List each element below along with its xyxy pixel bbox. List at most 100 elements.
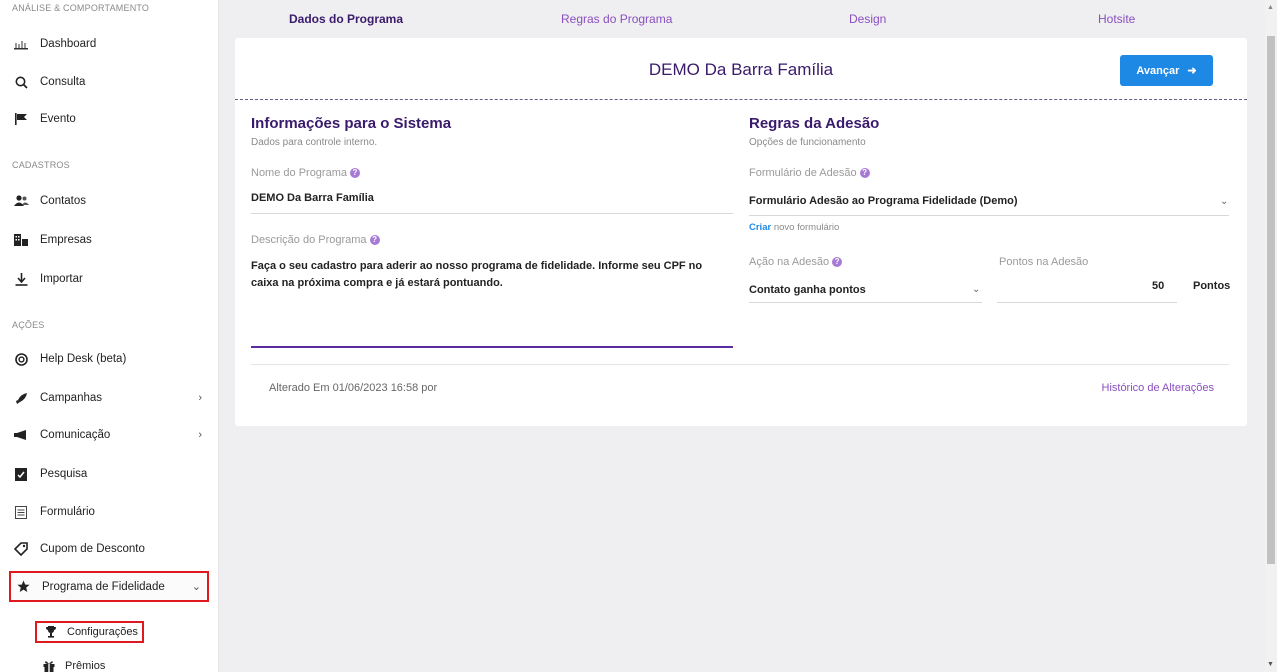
- sidebar-item-label: Pesquisa: [40, 468, 88, 480]
- flag-icon: [12, 110, 30, 128]
- adhesion-form-label: Formulário de Adesão ?: [749, 167, 870, 179]
- change-history-link[interactable]: Histórico de Alterações: [1102, 382, 1215, 394]
- program-name-label: Nome do Programa ?: [251, 167, 360, 179]
- help-icon[interactable]: ?: [369, 235, 380, 245]
- sidebar-item-pesquisa[interactable]: Pesquisa: [12, 461, 208, 487]
- section-subtitle-adesao: Opções de funcionamento: [749, 137, 866, 148]
- create-form-link-rest: novo formulário: [773, 222, 840, 233]
- sidebar-item-label: Help Desk (beta): [40, 353, 127, 365]
- chevron-right-icon: ›: [198, 429, 202, 441]
- adhesion-action-select[interactable]: Contato ganha pontos: [749, 284, 866, 296]
- program-description-label-text: Descrição do Programa: [251, 234, 367, 246]
- sidebar-item-evento[interactable]: Evento: [12, 106, 208, 132]
- program-name-underline: [251, 213, 733, 214]
- sidebar-item-fidelidade[interactable]: Programa de Fidelidade ⌄: [9, 571, 209, 602]
- sidebar-item-contatos[interactable]: Contatos: [12, 188, 208, 214]
- users-icon: [12, 192, 30, 210]
- arrow-right-icon: ➜: [1187, 65, 1197, 77]
- adhesion-points-label: Pontos na Adesão: [999, 256, 1089, 268]
- scroll-down-icon[interactable]: ▼: [1267, 661, 1274, 668]
- adhesion-action-underline: [749, 302, 982, 303]
- help-icon[interactable]: ?: [350, 168, 360, 178]
- adhesion-points-underline: [997, 302, 1177, 303]
- tab-dados-programa[interactable]: Dados do Programa: [289, 12, 403, 26]
- checklist-icon: [12, 465, 30, 483]
- section-title-adesao: Regras da Adesão: [749, 115, 880, 132]
- sidebar-item-label: Empresas: [40, 234, 92, 246]
- download-icon: [12, 270, 30, 288]
- trophy-icon: [43, 624, 59, 640]
- help-icon[interactable]: ?: [859, 168, 870, 178]
- sidebar-item-consulta[interactable]: Consulta: [12, 69, 208, 95]
- last-changed-text: Alterado Em 01/06/2023 16:58 por: [269, 382, 438, 394]
- sidebar-item-campanhas[interactable]: Campanhas ›: [12, 385, 208, 411]
- sidebar-item-label: Evento: [40, 113, 76, 125]
- next-button[interactable]: Avançar ➜: [1120, 55, 1213, 86]
- sidebar-item-label: Cupom de Desconto: [40, 543, 145, 555]
- section-title-analise: ANÁLISE & COMPORTAMENTO: [12, 3, 150, 13]
- chevron-right-icon: ›: [198, 392, 202, 404]
- lifebuoy-icon: [12, 350, 30, 368]
- adhesion-action-label-text: Ação na Adesão: [749, 256, 830, 268]
- program-description-label: Descrição do Programa ?: [251, 234, 380, 246]
- page-scrollbar[interactable]: ▲ ▼: [1265, 0, 1277, 672]
- rocket-icon: [12, 389, 30, 407]
- sidebar-item-label: Consulta: [40, 76, 86, 88]
- sidebar-item-label: Programa de Fidelidade: [42, 580, 165, 593]
- scroll-up-icon[interactable]: ▲: [1267, 4, 1274, 11]
- chevron-down-icon[interactable]: ⌄: [1220, 196, 1228, 207]
- sidebar-item-comunicacao[interactable]: Comunicação ›: [12, 422, 208, 448]
- footer-divider: [251, 364, 1229, 365]
- gift-icon: [41, 658, 57, 672]
- program-name-input[interactable]: DEMO Da Barra Família: [251, 192, 374, 204]
- help-icon[interactable]: ?: [832, 257, 843, 267]
- page-title: DEMO Da Barra Família: [648, 60, 834, 79]
- card-header: DEMO Da Barra Família Avançar ➜: [235, 38, 1247, 100]
- megaphone-icon: [12, 426, 30, 444]
- scrollbar-thumb[interactable]: [1267, 36, 1275, 564]
- chevron-down-icon: ⌄: [191, 581, 201, 593]
- sidebar-item-dashboard[interactable]: Dashboard: [12, 31, 208, 57]
- sidebar-subitem-premios[interactable]: Prêmios: [35, 655, 109, 672]
- sidebar-subitem-configuracoes[interactable]: Configurações: [35, 621, 144, 643]
- chart-icon: [12, 35, 30, 53]
- next-button-label: Avançar: [1136, 64, 1180, 77]
- sidebar-item-label: Contatos: [40, 195, 87, 207]
- tab-design[interactable]: Design: [849, 12, 886, 26]
- sidebar-subitem-label: Configurações: [67, 626, 138, 638]
- program-description-underline: [251, 346, 733, 348]
- sidebar-item-helpdesk[interactable]: Help Desk (beta): [12, 346, 208, 372]
- section-title-acoes: AÇÕES: [12, 320, 45, 330]
- section-title-sistema: Informações para o Sistema: [251, 115, 452, 132]
- sidebar-item-label: Campanhas: [40, 392, 103, 404]
- adhesion-form-underline: [749, 215, 1229, 216]
- adhesion-form-label-text: Formulário de Adesão: [749, 167, 857, 179]
- sidebar-item-formulario[interactable]: Formulário: [12, 499, 208, 525]
- sidebar-item-label: Dashboard: [40, 38, 97, 50]
- program-card: DEMO Da Barra Família Avançar ➜ Informaç…: [235, 38, 1247, 426]
- search-icon: [12, 73, 30, 91]
- sidebar: ANÁLISE & COMPORTAMENTO Dashboard Consul…: [0, 0, 219, 672]
- tab-hotsite[interactable]: Hotsite: [1098, 12, 1135, 26]
- sidebar-item-label: Comunicação: [40, 429, 111, 441]
- sidebar-item-importar[interactable]: Importar: [12, 266, 208, 292]
- chevron-down-icon[interactable]: ⌄: [972, 284, 980, 295]
- create-form-link-strong[interactable]: Criar: [749, 222, 771, 233]
- program-description-textarea[interactable]: Faça o seu cadastro para aderir ao nosso…: [251, 258, 731, 292]
- adhesion-form-select[interactable]: Formulário Adesão ao Programa Fidelidade…: [749, 195, 1018, 207]
- tab-regras-programa[interactable]: Regras do Programa: [561, 12, 672, 26]
- tag-icon: [12, 540, 30, 558]
- points-unit-label: Pontos: [1193, 280, 1231, 292]
- sidebar-item-empresas[interactable]: Empresas: [12, 227, 208, 253]
- sidebar-item-label: Formulário: [40, 506, 95, 518]
- form-icon: [12, 503, 30, 521]
- create-form-link[interactable]: Criar novo formulário: [749, 222, 839, 233]
- program-name-label-text: Nome do Programa: [251, 167, 347, 179]
- section-subtitle-sistema: Dados para controle interno.: [251, 137, 378, 148]
- adhesion-points-input[interactable]: 50: [1152, 280, 1164, 292]
- building-icon: [12, 231, 30, 249]
- sidebar-item-label: Importar: [40, 273, 83, 285]
- star-icon: [14, 578, 32, 596]
- sidebar-item-cupom[interactable]: Cupom de Desconto: [12, 536, 208, 562]
- sidebar-subitem-label: Prêmios: [65, 660, 106, 672]
